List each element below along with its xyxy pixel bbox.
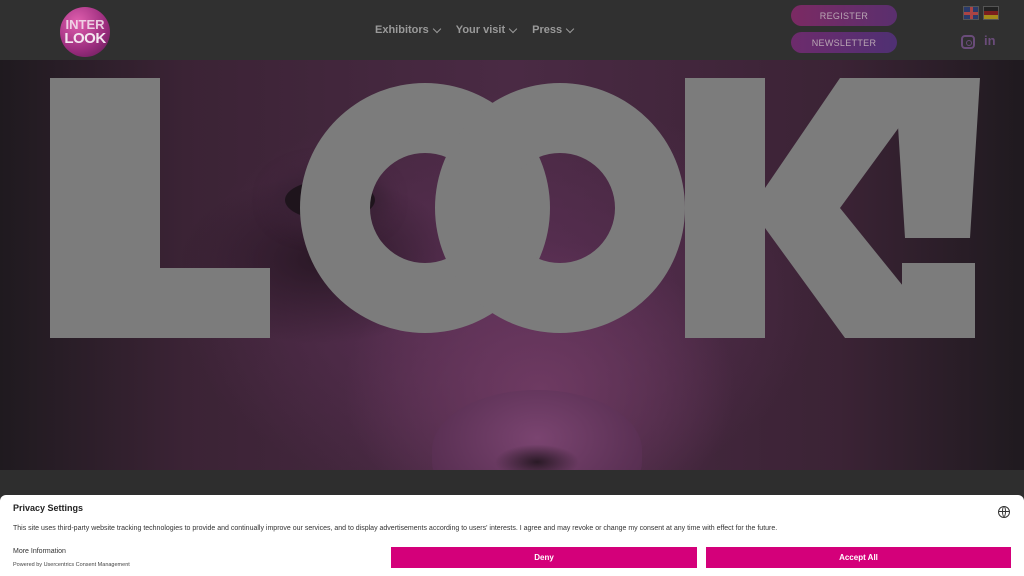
register-button[interactable]: REGISTER [791,5,897,26]
instagram-icon[interactable] [961,35,975,49]
logo-text-look: LOOK [64,30,106,47]
hero-look-wordmark [50,78,980,338]
interlook-logo[interactable]: INTER LOOK [60,7,110,57]
consent-text: This site uses third-party website track… [13,525,778,532]
hero-nose-shape [432,390,642,470]
chevron-down-icon [565,24,575,33]
nav-exhibitors-label: Exhibitors [375,24,429,36]
chevron-down-icon [432,24,442,33]
nav-exhibitors[interactable]: Exhibitors [375,24,442,36]
powered-by-text: Powered by Usercentrics Consent Manageme… [13,562,130,568]
nav-press-label: Press [532,24,563,36]
nav-your-visit-label: Your visit [455,24,506,36]
site-header: INTER LOOK Exhibitors Your visit Press R… [0,0,1024,60]
hero-letter-o2 [435,83,685,333]
hero-letter-l [50,78,270,338]
flag-de-icon[interactable] [983,6,999,20]
consent-title: Privacy Settings [13,503,84,513]
chevron-down-icon [508,24,518,33]
cookie-consent-banner: Privacy Settings This site uses third-pa… [0,495,1024,576]
linkedin-icon[interactable]: in [984,33,998,48]
logo-text-inter: INTER [65,17,105,32]
newsletter-button[interactable]: NEWSLETTER [791,32,897,53]
nav-your-visit[interactable]: Your visit [455,24,518,36]
accept-all-button[interactable]: Accept All [706,547,1011,568]
globe-icon[interactable] [998,506,1010,518]
hero-exclamation [895,78,980,338]
flag-en-icon[interactable] [963,6,979,20]
deny-button[interactable]: Deny [391,547,697,568]
main-nav: Exhibitors Your visit Press [375,24,575,36]
nav-press[interactable]: Press [532,24,575,36]
hero-banner [0,60,1024,470]
more-information-link[interactable]: More Information [13,548,66,555]
